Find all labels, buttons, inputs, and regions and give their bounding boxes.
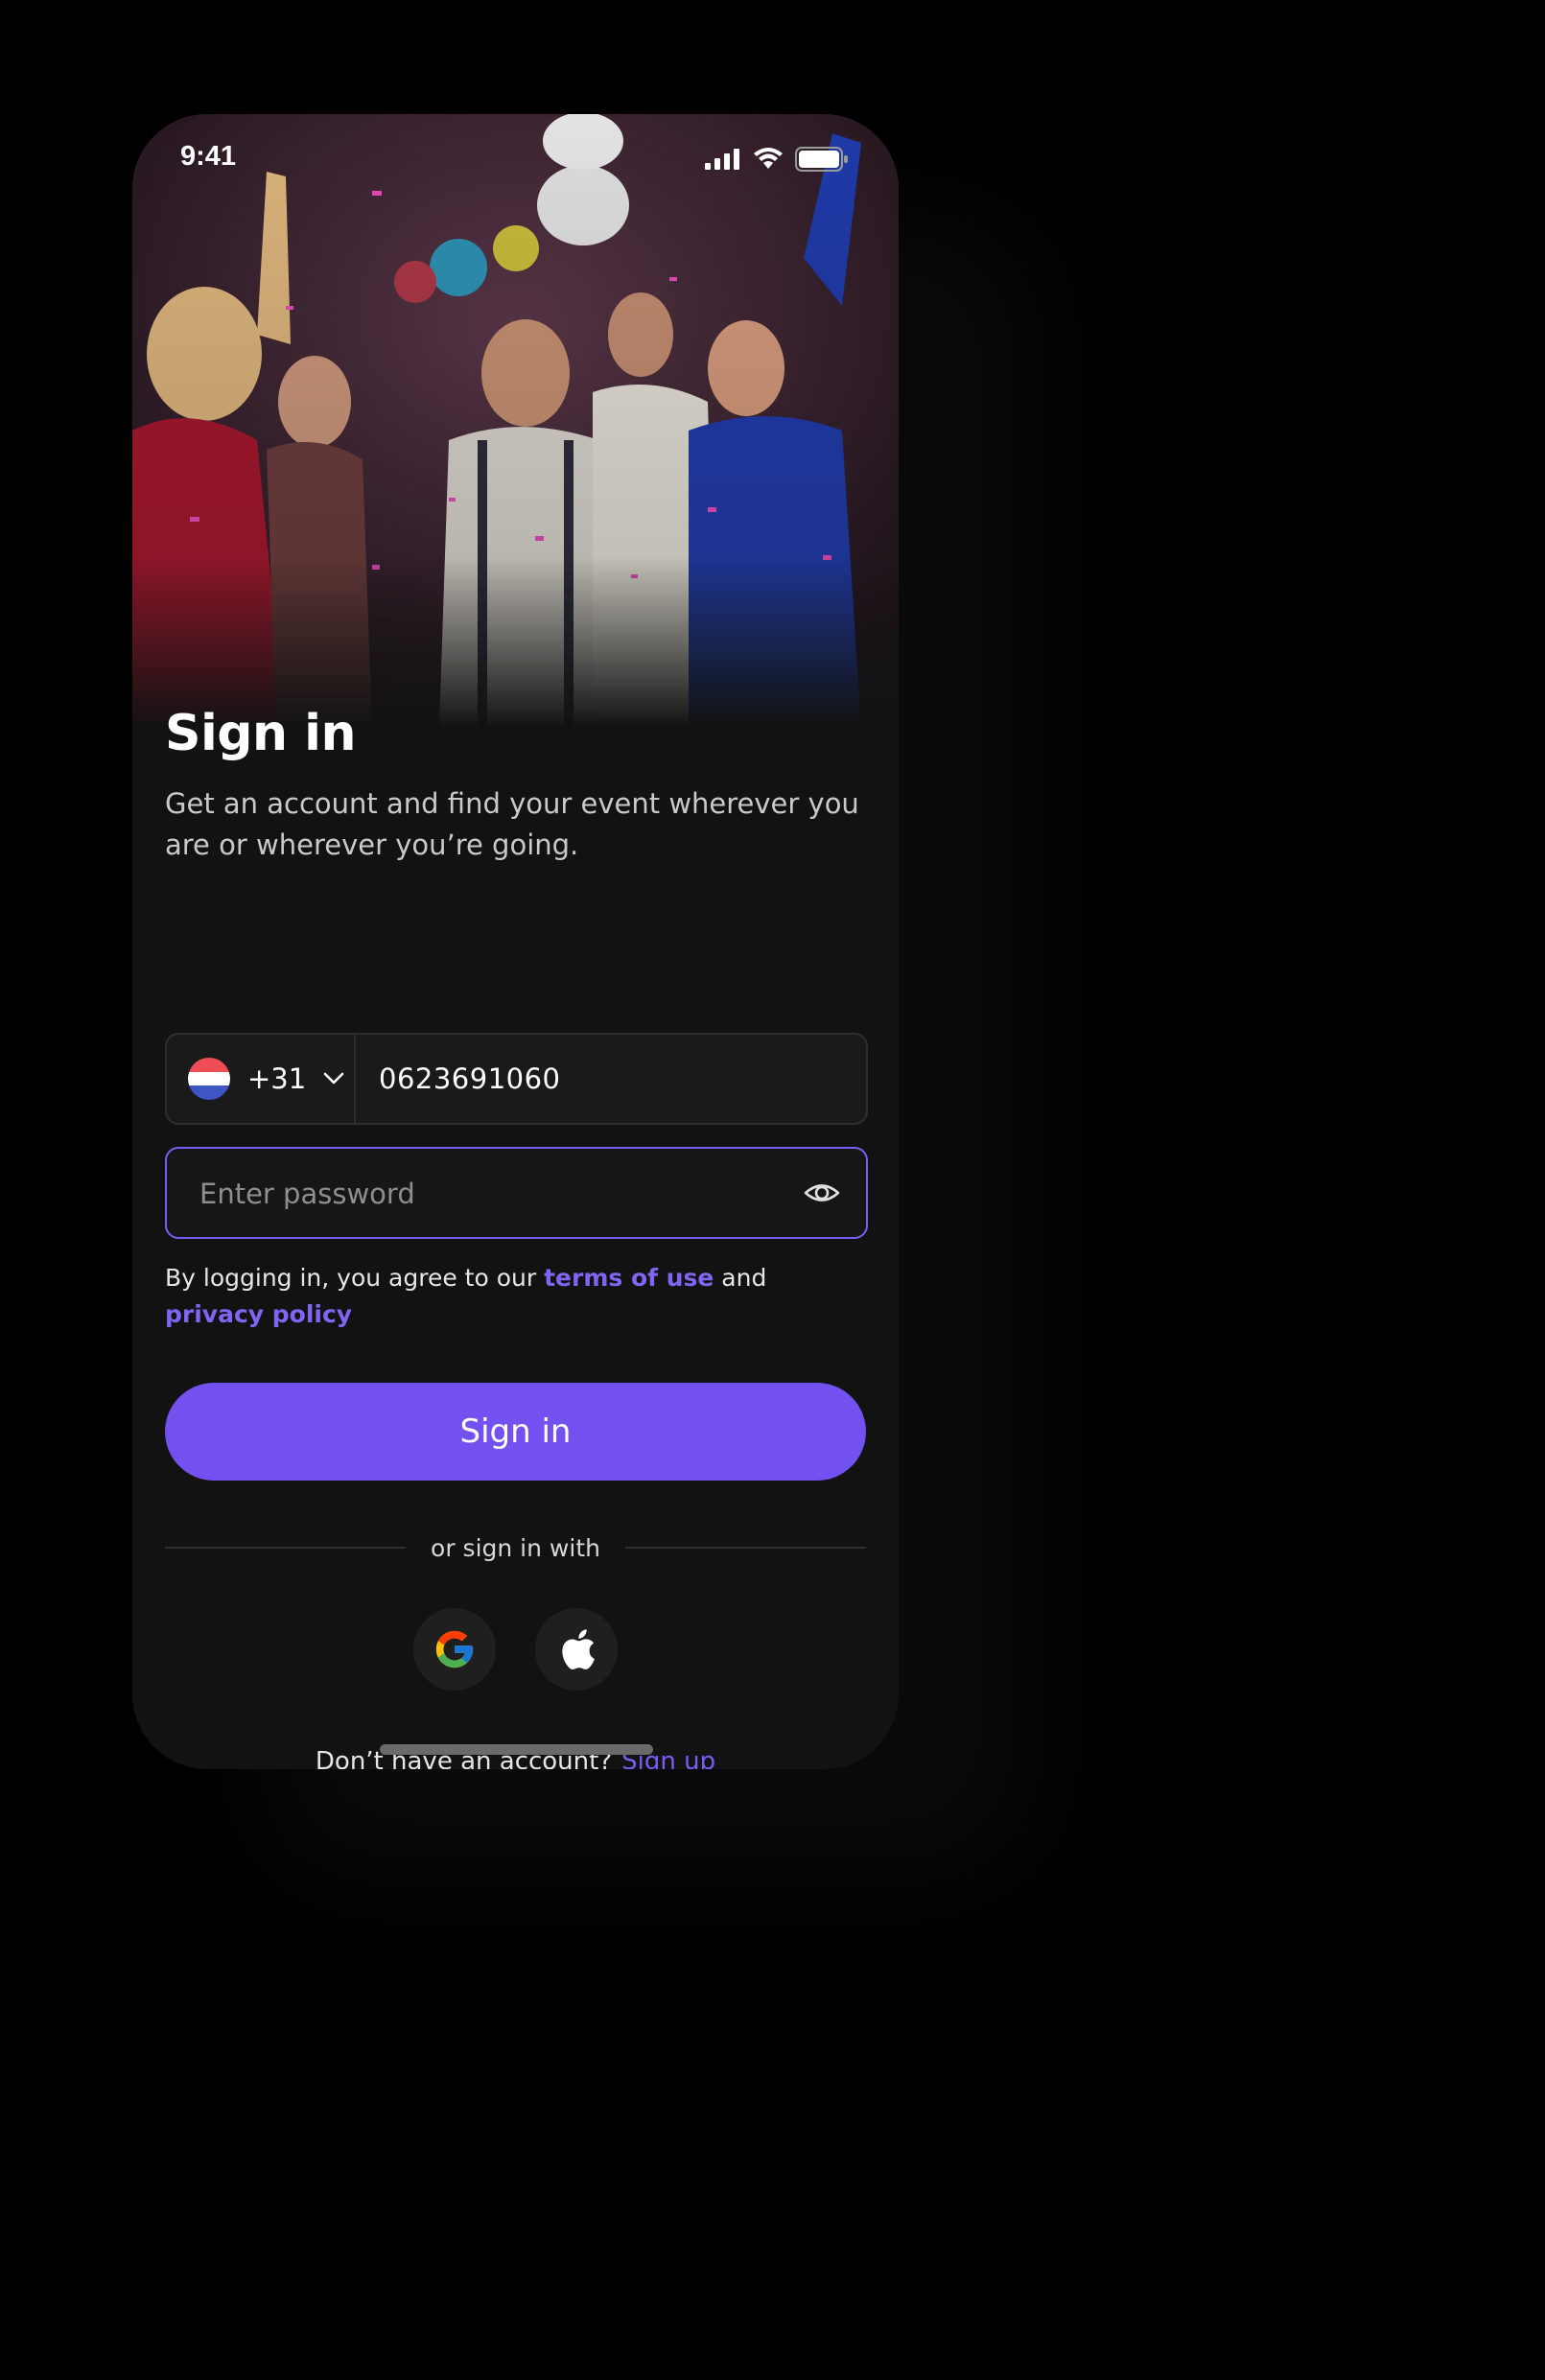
terms-notice: By logging in, you agree to our terms of… — [165, 1260, 866, 1333]
phone-number-input[interactable]: 0623691060 — [379, 1062, 561, 1095]
privacy-policy-link[interactable]: privacy policy — [165, 1300, 352, 1328]
page-subtitle: Get an account and find your event where… — [165, 787, 859, 861]
netherlands-flag-icon — [188, 1058, 230, 1100]
status-icons — [705, 147, 849, 172]
battery-icon — [795, 147, 848, 172]
status-time: 9:41 — [180, 141, 237, 172]
eye-icon[interactable] — [803, 1174, 841, 1212]
page-title: Sign in — [165, 705, 356, 762]
phone-number-field: +31 0623691060 — [165, 1033, 868, 1125]
social-divider: or sign in with — [165, 1528, 866, 1567]
divider-line-left — [165, 1547, 407, 1549]
wifi-icon — [754, 148, 783, 169]
terms-of-use-link[interactable]: terms of use — [544, 1264, 714, 1292]
divider-text: or sign in with — [431, 1533, 600, 1562]
phone-frame: 9:41 Sign in Get an account and find you… — [132, 114, 899, 1769]
password-input[interactable] — [198, 1149, 777, 1239]
country-code: +31 — [247, 1062, 307, 1095]
chevron-down-icon — [323, 1072, 344, 1085]
apple-signin-button[interactable] — [535, 1608, 618, 1691]
password-field — [165, 1147, 868, 1239]
status-bar: 9:41 — [132, 114, 899, 210]
google-icon — [435, 1630, 474, 1668]
sign-in-button[interactable]: Sign in — [165, 1383, 866, 1481]
social-login-buttons — [165, 1608, 866, 1691]
cellular-signal-icon — [705, 149, 739, 170]
home-indicator — [380, 1744, 653, 1755]
apple-icon — [562, 1629, 595, 1670]
google-signin-button[interactable] — [413, 1608, 496, 1691]
signin-form: Sign in Get an account and find your eve… — [165, 705, 868, 1769]
terms-prefix: By logging in, you agree to our — [165, 1264, 545, 1292]
country-code-selector[interactable]: +31 — [167, 1035, 356, 1123]
divider-line-right — [624, 1547, 866, 1549]
terms-and: and — [714, 1264, 767, 1292]
